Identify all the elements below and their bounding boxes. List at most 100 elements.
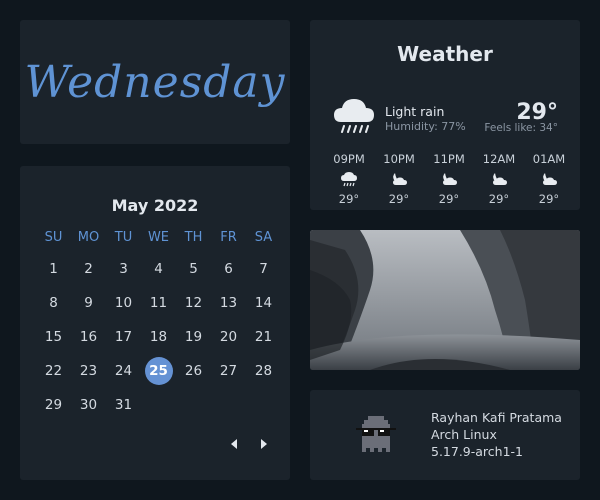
calendar-day-label: 30 <box>79 397 98 413</box>
calendar-day[interactable]: 11 <box>141 286 176 320</box>
calendar-day[interactable]: 8 <box>36 286 71 320</box>
calendar-day-label: 11 <box>149 295 168 311</box>
hourly-forecast: 09PM 29° 10PM 29° 11PM 29° 12AM 29° 01AM… <box>326 152 572 206</box>
hour-time: 11PM <box>433 152 465 166</box>
calendar-day[interactable]: 10 <box>106 286 141 320</box>
weekday-header: SA <box>254 230 273 245</box>
calendar-day-label: 23 <box>79 363 98 379</box>
calendar-day[interactable]: 1 <box>36 252 71 286</box>
calendar-day[interactable]: 9 <box>71 286 106 320</box>
calendar-day-label: 9 <box>84 295 93 311</box>
cloudy-night-icon <box>526 166 572 192</box>
calendar-day[interactable]: 21 <box>246 320 281 354</box>
hourly-item: 10PM 29° <box>376 152 422 206</box>
calendar-day-label: 10 <box>114 295 133 311</box>
calendar-day-today[interactable]: 25 <box>141 354 176 388</box>
calendar-day[interactable]: 16 <box>71 320 106 354</box>
pixel-ghost-icon <box>352 412 400 460</box>
calendar-day-label: 12 <box>184 295 203 311</box>
calendar-day-label: 25 <box>144 357 173 385</box>
hourly-item: 12AM 29° <box>476 152 522 206</box>
calendar-day[interactable]: 13 <box>211 286 246 320</box>
calendar-day[interactable]: 12 <box>176 286 211 320</box>
hourly-item: 01AM 29° <box>526 152 572 206</box>
weekday-header: TU <box>114 230 133 245</box>
hour-time: 12AM <box>482 152 516 166</box>
calendar-day-label: 17 <box>114 329 133 345</box>
hour-temp: 29° <box>388 192 410 206</box>
calendar-day[interactable]: 28 <box>246 354 281 388</box>
calendar-day[interactable]: 23 <box>71 354 106 388</box>
calendar-day-label: 31 <box>114 397 133 413</box>
calendar-day-label: 2 <box>84 261 93 277</box>
weather-condition: Light rain <box>385 104 445 119</box>
calendar-day-label: 8 <box>49 295 58 311</box>
calendar-day-label: 26 <box>184 363 203 379</box>
weather-feels-like: Feels like: 34° <box>484 122 558 134</box>
calendar-day[interactable]: 22 <box>36 354 71 388</box>
calendar-day-label: 14 <box>254 295 273 311</box>
kernel-version: 5.17.9-arch1-1 <box>431 444 524 459</box>
calendar-nav <box>228 438 270 450</box>
calendar-day[interactable]: 27 <box>211 354 246 388</box>
calendar-day[interactable]: 4 <box>141 252 176 286</box>
calendar-day-label: 6 <box>224 261 233 277</box>
hour-temp: 29° <box>488 192 510 206</box>
chevron-right-icon[interactable] <box>258 438 270 450</box>
calendar-day[interactable]: 29 <box>36 388 71 422</box>
weekday-header: SU <box>44 230 63 245</box>
calendar-day-label: 18 <box>149 329 168 345</box>
calendar-day[interactable]: 30 <box>71 388 106 422</box>
cloudy-night-icon <box>426 166 472 192</box>
calendar-day-label: 28 <box>254 363 273 379</box>
calendar-day[interactable]: 24 <box>106 354 141 388</box>
calendar-day-label: 24 <box>114 363 133 379</box>
weather-humidity: Humidity: 77% <box>385 120 466 133</box>
calendar-day[interactable]: 19 <box>176 320 211 354</box>
calendar-day-label: 22 <box>44 363 63 379</box>
calendar-day[interactable]: 5 <box>176 252 211 286</box>
calendar-month-title: May 2022 <box>111 196 199 215</box>
hour-time: 09PM <box>333 152 365 166</box>
calendar-day[interactable]: 14 <box>246 286 281 320</box>
calendar-day-label: 3 <box>119 261 128 277</box>
calendar-card: May 2022 SU MO TU WE TH FR SA 1 2 3 4 5 6 7 8 9 10 11 12 13… <box>20 166 290 480</box>
calendar-day[interactable]: 6 <box>211 252 246 286</box>
weekday-header: TH <box>184 230 203 245</box>
calendar-day[interactable]: 7 <box>246 252 281 286</box>
calendar-day[interactable]: 17 <box>106 320 141 354</box>
calendar-day-label: 21 <box>254 329 273 345</box>
cloudy-night-icon <box>376 166 422 192</box>
calendar-day[interactable]: 26 <box>176 354 211 388</box>
hourly-item: 11PM 29° <box>426 152 472 206</box>
calendar-day[interactable]: 20 <box>211 320 246 354</box>
hour-temp: 29° <box>438 192 460 206</box>
calendar-day-label: 27 <box>219 363 238 379</box>
calendar-grid: SU MO TU WE TH FR SA 1 2 3 4 5 6 7 8 9 10 11 12 13 14 15 16 17 1… <box>36 230 282 422</box>
weekday-header: FR <box>220 230 237 245</box>
day-card: Wednesday <box>20 20 290 144</box>
calendar-day-label: 16 <box>79 329 98 345</box>
calendar-day-label: 1 <box>49 261 58 277</box>
hour-temp: 29° <box>538 192 560 206</box>
weekday-header: WE <box>147 230 170 245</box>
user-info-card: Rayhan Kafi Pratama Arch Linux 5.17.9-ar… <box>310 390 580 480</box>
weekday-header: MO <box>77 230 100 245</box>
hour-time: 10PM <box>383 152 415 166</box>
weather-title: Weather <box>397 42 493 66</box>
calendar-day[interactable]: 31 <box>106 388 141 422</box>
calendar-day[interactable]: 3 <box>106 252 141 286</box>
calendar-day-label: 20 <box>219 329 238 345</box>
calendar-day[interactable]: 15 <box>36 320 71 354</box>
calendar-day[interactable]: 2 <box>71 252 106 286</box>
calendar-day-label: 19 <box>184 329 203 345</box>
calendar-day-label: 7 <box>259 261 268 277</box>
user-name: Rayhan Kafi Pratama <box>431 410 562 425</box>
hourly-item: 09PM 29° <box>326 152 372 206</box>
chevron-left-icon[interactable] <box>228 438 240 450</box>
hour-temp: 29° <box>338 192 360 206</box>
calendar-day[interactable]: 18 <box>141 320 176 354</box>
calendar-day-label: 13 <box>219 295 238 311</box>
hour-time: 01AM <box>532 152 566 166</box>
weather-card: Weather Light rain Humidity: 77% 29° Fee… <box>310 20 580 210</box>
